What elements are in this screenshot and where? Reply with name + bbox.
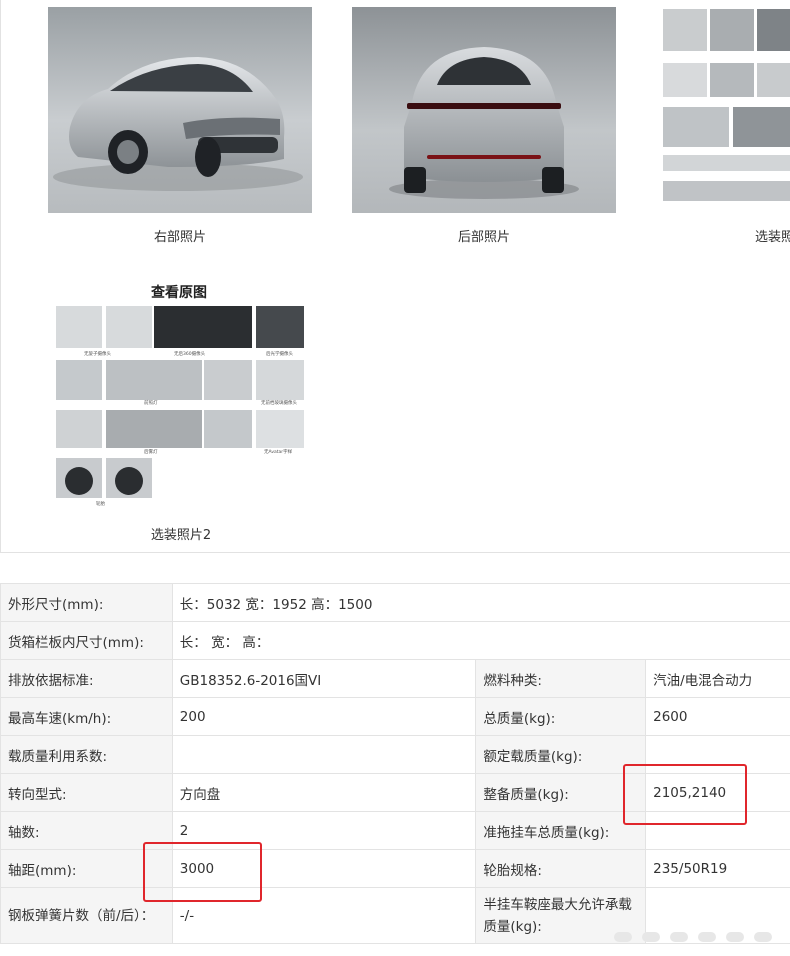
table-row: 轴距(mm): 3000 轮胎规格: 235/50R19 xyxy=(0,849,790,888)
spec-key: 转向型式: xyxy=(0,773,173,812)
spec-value: 200 xyxy=(171,697,477,736)
car-rear-photo[interactable] xyxy=(352,7,616,213)
table-row: 外形尺寸(mm): 长：5032 宽：1952 高：1500 xyxy=(0,583,790,622)
photo-caption: 选装照 xyxy=(755,230,790,245)
collage-label: 无后360摄像头 xyxy=(174,350,206,357)
table-row: 排放依据标准: GB18352.6-2016国VI 燃料种类: 汽油/电混合动力 xyxy=(0,659,790,698)
spec-key: 轴距(mm): xyxy=(0,849,173,888)
photo-caption: 选装照片2 xyxy=(150,528,212,543)
collage-label: 无旋子摄像头 xyxy=(84,350,111,357)
spec-value: 3000 xyxy=(171,849,477,888)
spec-key: 外形尺寸(mm): xyxy=(0,583,173,622)
spec-key: 轮胎规格: xyxy=(475,849,647,888)
view-original-link[interactable]: 查看原图 xyxy=(151,282,207,302)
spec-key: 准拖挂车总质量(kg): xyxy=(475,811,647,850)
table-row: 转向型式: 方向盘 整备质量(kg): 2105,2140 xyxy=(0,773,790,812)
spec-value: 方向盘 xyxy=(171,773,477,812)
collage-label: 前照灯 xyxy=(144,399,158,406)
spec-value: 2600 xyxy=(645,697,790,736)
spec-key: 货箱栏板内尺寸(mm): xyxy=(0,621,173,660)
spec-key: 最高车速(km/h): xyxy=(0,697,173,736)
photo-gallery: 右部照片 后部照片 选装 查看原图 无旋子摄像头 无后360摄像头 后光学摄像头… xyxy=(0,0,790,553)
table-row: 载质量利用系数: 额定载质量(kg): xyxy=(0,735,790,774)
vehicle-spec-table: 外形尺寸(mm): 长：5032 宽：1952 高：1500 货箱栏板内尺寸(m… xyxy=(0,583,790,944)
spec-key: 燃料种类: xyxy=(475,659,647,698)
optional-parts-photo[interactable] xyxy=(663,7,790,203)
spec-key: 总质量(kg): xyxy=(475,697,647,736)
spec-value: 2 xyxy=(171,811,477,850)
spec-key: 整备质量(kg): xyxy=(475,773,647,812)
spec-value xyxy=(171,735,477,774)
collage-label: 轮胎 xyxy=(96,500,105,507)
collage-label: 后光学摄像头 xyxy=(266,350,293,357)
spec-key: 轴数: xyxy=(0,811,173,850)
table-row: 货箱栏板内尺寸(mm): 长： 宽： 高： xyxy=(0,621,790,660)
table-row: 最高车速(km/h): 200 总质量(kg): 2600 xyxy=(0,697,790,736)
spec-key: 钢板弹簧片数（前/后）： xyxy=(0,887,173,944)
collage-label: 无Avatar字样 xyxy=(264,448,293,455)
spec-value: 长：5032 宽：1952 高：1500 xyxy=(171,583,790,622)
spec-value: GB18352.6-2016国VI xyxy=(171,659,477,698)
spec-key: 载质量利用系数: xyxy=(0,735,173,774)
collage-label: 无前档玻璃摄像头 xyxy=(261,399,297,406)
spec-key: 额定载质量(kg): xyxy=(475,735,647,774)
spec-value: 汽油/电混合动力 xyxy=(645,659,790,698)
spec-key: 排放依据标准: xyxy=(0,659,173,698)
spec-value: 2105,2140 xyxy=(645,773,790,812)
spec-value: 235/50R19 xyxy=(645,849,790,888)
spec-value: -/- xyxy=(171,887,477,944)
table-row: 轴数: 2 准拖挂车总质量(kg): xyxy=(0,811,790,850)
watermark xyxy=(602,928,772,946)
spec-value: 长： 宽： 高： xyxy=(171,621,790,660)
spec-value xyxy=(645,735,790,774)
spec-value xyxy=(645,811,790,850)
photo-caption: 后部照片 xyxy=(457,230,510,245)
photo-caption: 右部照片 xyxy=(153,230,206,245)
optional-parts-collage[interactable]: 无旋子摄像头 无后360摄像头 后光学摄像头 前照灯 无前档玻璃摄像头 后雾灯 … xyxy=(56,306,306,508)
car-front-right-photo[interactable] xyxy=(48,7,312,213)
collage-label: 后雾灯 xyxy=(144,448,158,455)
